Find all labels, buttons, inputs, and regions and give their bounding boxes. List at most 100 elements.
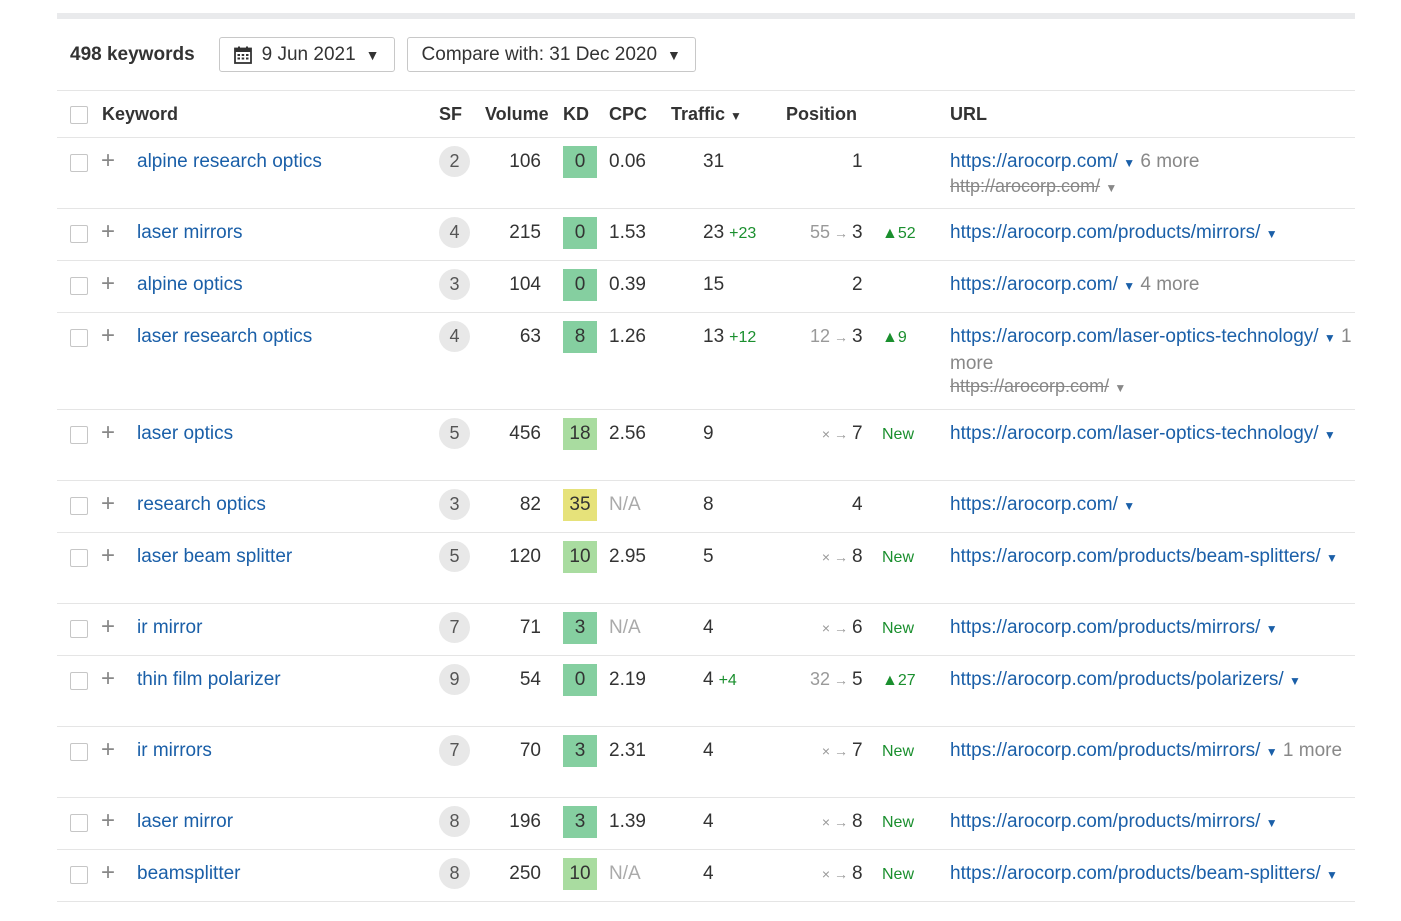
header-kd[interactable]: KD: [563, 91, 609, 138]
sf-badge[interactable]: 2: [439, 146, 470, 177]
url-link[interactable]: https://arocorp.com/: [950, 274, 1118, 295]
row-checkbox[interactable]: [70, 425, 88, 444]
row-checkbox[interactable]: [70, 742, 88, 761]
keyword-link[interactable]: laser optics: [137, 423, 233, 444]
plus-icon[interactable]: +: [101, 220, 121, 244]
keyword-link[interactable]: ir mirror: [137, 617, 202, 638]
header-position[interactable]: Position: [786, 91, 950, 138]
sf-cell: 7: [439, 726, 485, 798]
keyword-link[interactable]: laser mirrors: [137, 222, 243, 243]
plus-icon[interactable]: +: [101, 861, 121, 885]
traffic-cell: 31: [671, 137, 786, 209]
url-link[interactable]: https://arocorp.com/products/mirrors/: [950, 617, 1260, 638]
sf-badge[interactable]: 5: [439, 541, 470, 572]
header-sf[interactable]: SF: [439, 91, 485, 138]
plus-icon[interactable]: +: [101, 492, 121, 516]
sf-badge[interactable]: 7: [439, 612, 470, 643]
row-checkbox[interactable]: [70, 276, 88, 295]
row-checkbox[interactable]: [70, 619, 88, 638]
chevron-down-icon[interactable]: ▼: [1123, 156, 1135, 170]
chevron-down-icon[interactable]: ▼: [1123, 499, 1135, 513]
keyword-link[interactable]: research optics: [137, 494, 266, 515]
row-checkbox[interactable]: [70, 813, 88, 832]
header-cpc[interactable]: CPC: [609, 91, 671, 138]
row-checkbox[interactable]: [70, 153, 88, 172]
plus-icon[interactable]: +: [101, 544, 121, 568]
more-urls-link[interactable]: 1 more: [1283, 740, 1342, 761]
chevron-down-icon[interactable]: ▼: [1326, 551, 1338, 565]
header-keyword[interactable]: Keyword: [101, 91, 439, 138]
traffic-value: 4: [703, 617, 714, 638]
date-label: 9 Jun 2021: [261, 43, 356, 65]
header-volume[interactable]: Volume: [485, 91, 563, 138]
sf-badge[interactable]: 3: [439, 489, 470, 520]
sf-badge[interactable]: 3: [439, 269, 470, 300]
sf-badge[interactable]: 4: [439, 321, 470, 352]
plus-icon[interactable]: +: [101, 149, 121, 173]
plus-icon[interactable]: +: [101, 738, 121, 762]
chevron-down-icon[interactable]: ▼: [1324, 428, 1336, 442]
add-cell: +: [101, 409, 137, 481]
chevron-down-icon[interactable]: ▼: [1266, 227, 1278, 241]
keyword-link[interactable]: thin film polarizer: [137, 669, 281, 690]
plus-icon[interactable]: +: [101, 421, 121, 445]
row-checkbox[interactable]: [70, 865, 88, 884]
row-checkbox[interactable]: [70, 496, 88, 515]
row-checkbox[interactable]: [70, 548, 88, 567]
url-link[interactable]: https://arocorp.com/products/mirrors/: [950, 222, 1260, 243]
sf-badge[interactable]: 8: [439, 858, 470, 889]
keyword-cell: laser beam splitter: [137, 532, 439, 604]
plus-icon[interactable]: +: [101, 272, 121, 296]
kd-badge: 8: [563, 321, 597, 353]
add-cell: +: [101, 137, 137, 209]
sf-badge[interactable]: 4: [439, 217, 470, 248]
plus-icon[interactable]: +: [101, 809, 121, 833]
traffic-value: 5: [703, 546, 714, 567]
chevron-down-icon[interactable]: ▼: [1289, 674, 1301, 688]
url-link[interactable]: https://arocorp.com/: [950, 494, 1118, 515]
keyword-link[interactable]: laser research optics: [137, 326, 312, 347]
url-link[interactable]: https://arocorp.com/products/mirrors/: [950, 740, 1260, 761]
url-link[interactable]: https://arocorp.com/products/mirrors/: [950, 811, 1260, 832]
url-link[interactable]: https://arocorp.com/laser-optics-technol…: [950, 423, 1319, 444]
keyword-link[interactable]: laser mirror: [137, 811, 233, 832]
sf-badge[interactable]: 8: [439, 806, 470, 837]
sf-badge[interactable]: 9: [439, 664, 470, 695]
header-url[interactable]: URL: [950, 91, 1355, 138]
row-checkbox[interactable]: [70, 224, 88, 243]
chevron-down-icon[interactable]: ▼: [1324, 331, 1336, 345]
row-checkbox[interactable]: [70, 671, 88, 690]
keyword-link[interactable]: alpine research optics: [137, 151, 322, 172]
url-link[interactable]: https://arocorp.com/: [950, 151, 1118, 172]
url-link[interactable]: https://arocorp.com/products/beam-splitt…: [950, 863, 1321, 884]
header-traffic[interactable]: Traffic ▼: [671, 91, 786, 138]
chevron-down-icon[interactable]: ▼: [1266, 745, 1278, 759]
plus-icon[interactable]: +: [101, 324, 121, 348]
sf-badge[interactable]: 5: [439, 418, 470, 449]
url-link[interactable]: https://arocorp.com/laser-optics-technol…: [950, 326, 1319, 347]
url-link[interactable]: https://arocorp.com/products/polarizers/: [950, 669, 1284, 690]
keyword-link[interactable]: beamsplitter: [137, 863, 241, 884]
plus-icon[interactable]: +: [101, 615, 121, 639]
row-checkbox[interactable]: [70, 328, 88, 347]
keyword-link[interactable]: laser beam splitter: [137, 546, 292, 567]
chevron-down-icon[interactable]: ▼: [1123, 279, 1135, 293]
current-position: 3: [852, 326, 863, 347]
kd-cell: 0: [563, 260, 609, 313]
chevron-down-icon[interactable]: ▼: [1326, 868, 1338, 882]
chevron-down-icon[interactable]: ▼: [1266, 816, 1278, 830]
url-link[interactable]: https://arocorp.com/products/beam-splitt…: [950, 546, 1321, 567]
select-all-checkbox[interactable]: [70, 105, 88, 124]
keyword-link[interactable]: ir mirrors: [137, 740, 212, 761]
compare-dropdown[interactable]: Compare with: 31 Dec 2020 ▼: [406, 37, 696, 72]
more-urls-link[interactable]: 4 more: [1140, 274, 1199, 295]
chevron-down-icon[interactable]: ▼: [1105, 181, 1117, 195]
chevron-down-icon[interactable]: ▼: [1114, 381, 1126, 395]
keyword-link[interactable]: alpine optics: [137, 274, 243, 295]
sf-badge[interactable]: 7: [439, 735, 470, 766]
position-cell: 55 → 3 ▲52: [786, 208, 950, 261]
more-urls-link[interactable]: 6 more: [1140, 151, 1199, 172]
plus-icon[interactable]: +: [101, 667, 121, 691]
date-dropdown[interactable]: 9 Jun 2021 ▼: [218, 37, 395, 72]
chevron-down-icon[interactable]: ▼: [1266, 622, 1278, 636]
